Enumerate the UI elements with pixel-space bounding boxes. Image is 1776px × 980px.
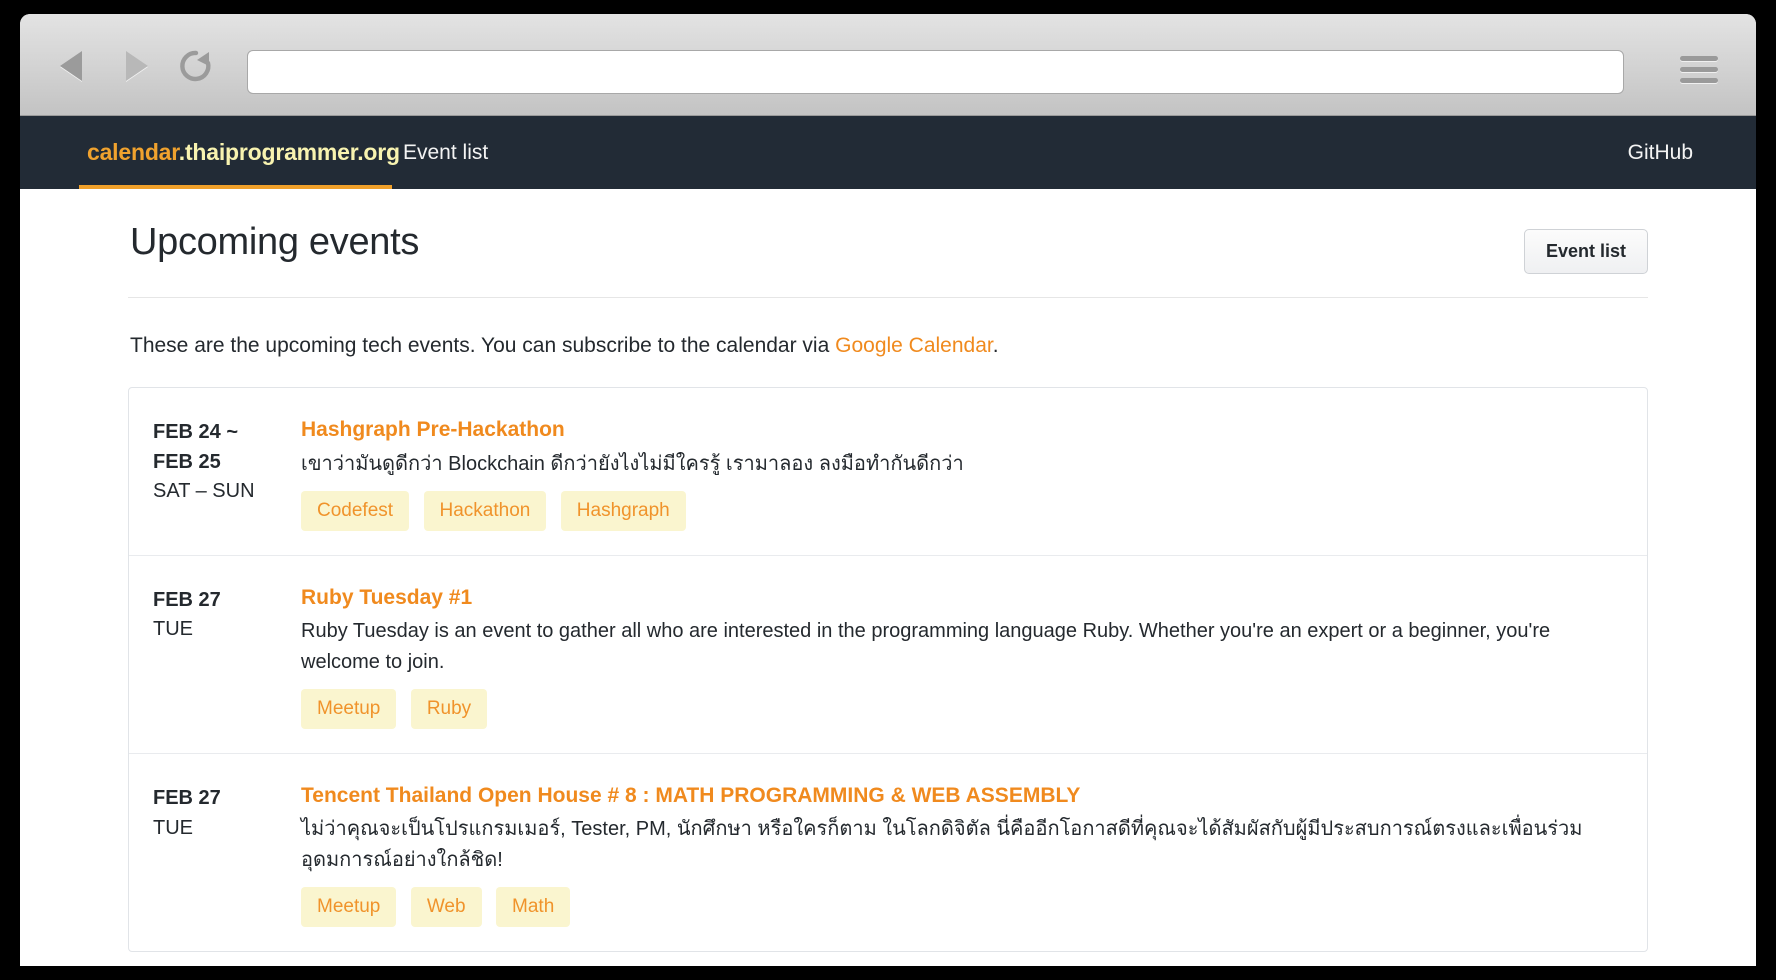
page-title: Upcoming events xyxy=(130,221,420,263)
table-row[interactable]: FEB 27 TUE Ruby Tuesday #1 Ruby Tuesday … xyxy=(129,556,1647,755)
brand-primary: calendar xyxy=(87,139,179,165)
event-day: TUE xyxy=(153,816,193,839)
event-title-link[interactable]: Ruby Tuesday #1 xyxy=(301,584,1623,611)
event-list-button[interactable]: Event list xyxy=(1523,229,1648,274)
intro-text-after: . xyxy=(992,334,999,357)
content-container: Upcoming events Event list These are the… xyxy=(128,189,1648,953)
event-body: Tencent Thailand Open House # 8 : MATH P… xyxy=(301,782,1647,928)
brand-secondary: .thaiprogrammer.org xyxy=(178,139,400,165)
event-tag[interactable]: Hashgraph xyxy=(560,491,686,532)
forward-arrow-icon[interactable] xyxy=(118,48,152,82)
reload-icon[interactable] xyxy=(176,46,216,86)
tag-row: Meetup Ruby xyxy=(301,689,1623,730)
intro-text-before: These are the upcoming tech events. You … xyxy=(130,334,836,357)
event-date-line-1: FEB 24 ~ xyxy=(153,421,239,444)
event-date-line-2: FEB 25 xyxy=(153,450,221,473)
event-description: เขาว่ามันดูดีกว่า Blockchain ดีกว่ายังไง… xyxy=(301,452,964,475)
back-arrow-icon[interactable] xyxy=(58,48,92,82)
page-header: Upcoming events Event list xyxy=(128,221,1648,298)
tag-row: Meetup Web Math xyxy=(301,887,1623,928)
url-input[interactable] xyxy=(247,50,1624,94)
event-date-line-1: FEB 27 xyxy=(153,787,221,810)
event-title-link[interactable]: Tencent Thailand Open House # 8 : MATH P… xyxy=(301,782,1623,809)
table-row[interactable]: FEB 27 TUE Tencent Thailand Open House #… xyxy=(129,754,1647,951)
event-description: ไม่ว่าคุณจะเป็นโปรแกรมเมอร์, Tester, PM,… xyxy=(301,818,1583,871)
google-calendar-link[interactable]: Google Calendar xyxy=(835,334,993,357)
page-body: Upcoming events Event list These are the… xyxy=(20,189,1756,966)
browser-window: calendar.thaiprogrammer.org Event list G… xyxy=(20,14,1756,966)
event-date-line-1: FEB 27 xyxy=(153,589,221,612)
event-body: Ruby Tuesday #1 Ruby Tuesday is an event… xyxy=(301,584,1647,730)
site-navbar: calendar.thaiprogrammer.org Event list G… xyxy=(20,116,1756,189)
event-tag[interactable]: Web xyxy=(410,887,482,928)
event-tag[interactable]: Codefest xyxy=(301,491,410,532)
event-body: Hashgraph Pre-Hackathon เขาว่ามันดูดีกว่… xyxy=(301,416,1647,532)
event-day: SAT – SUN xyxy=(153,480,255,503)
event-tag[interactable]: Ruby xyxy=(410,689,488,730)
event-date: FEB 27 TUE xyxy=(153,584,301,729)
browser-toolbar xyxy=(20,14,1756,116)
hamburger-menu-icon[interactable] xyxy=(1680,56,1718,86)
intro-text: These are the upcoming tech events. You … xyxy=(130,331,1648,360)
brand-link[interactable]: calendar.thaiprogrammer.org xyxy=(87,116,424,189)
event-description: Ruby Tuesday is an event to gather all w… xyxy=(301,620,1551,673)
event-date: FEB 27 TUE xyxy=(153,782,301,927)
event-list: FEB 24 ~ FEB 25 SAT – SUN Hashgraph Pre-… xyxy=(128,387,1648,953)
event-title-link[interactable]: Hashgraph Pre-Hackathon xyxy=(301,416,1623,443)
event-tag[interactable]: Math xyxy=(496,887,571,928)
nav-item-github[interactable]: GitHub xyxy=(1628,116,1693,189)
event-day: TUE xyxy=(153,618,193,641)
tag-row: Codefest Hackathon Hashgraph xyxy=(301,491,1623,532)
event-tag[interactable]: Hackathon xyxy=(423,491,547,532)
event-date: FEB 24 ~ FEB 25 SAT – SUN xyxy=(153,416,301,531)
table-row[interactable]: FEB 24 ~ FEB 25 SAT – SUN Hashgraph Pre-… xyxy=(129,388,1647,557)
event-tag[interactable]: Meetup xyxy=(301,887,397,928)
event-tag[interactable]: Meetup xyxy=(301,689,397,730)
nav-item-event-list[interactable]: Event list xyxy=(403,116,488,189)
